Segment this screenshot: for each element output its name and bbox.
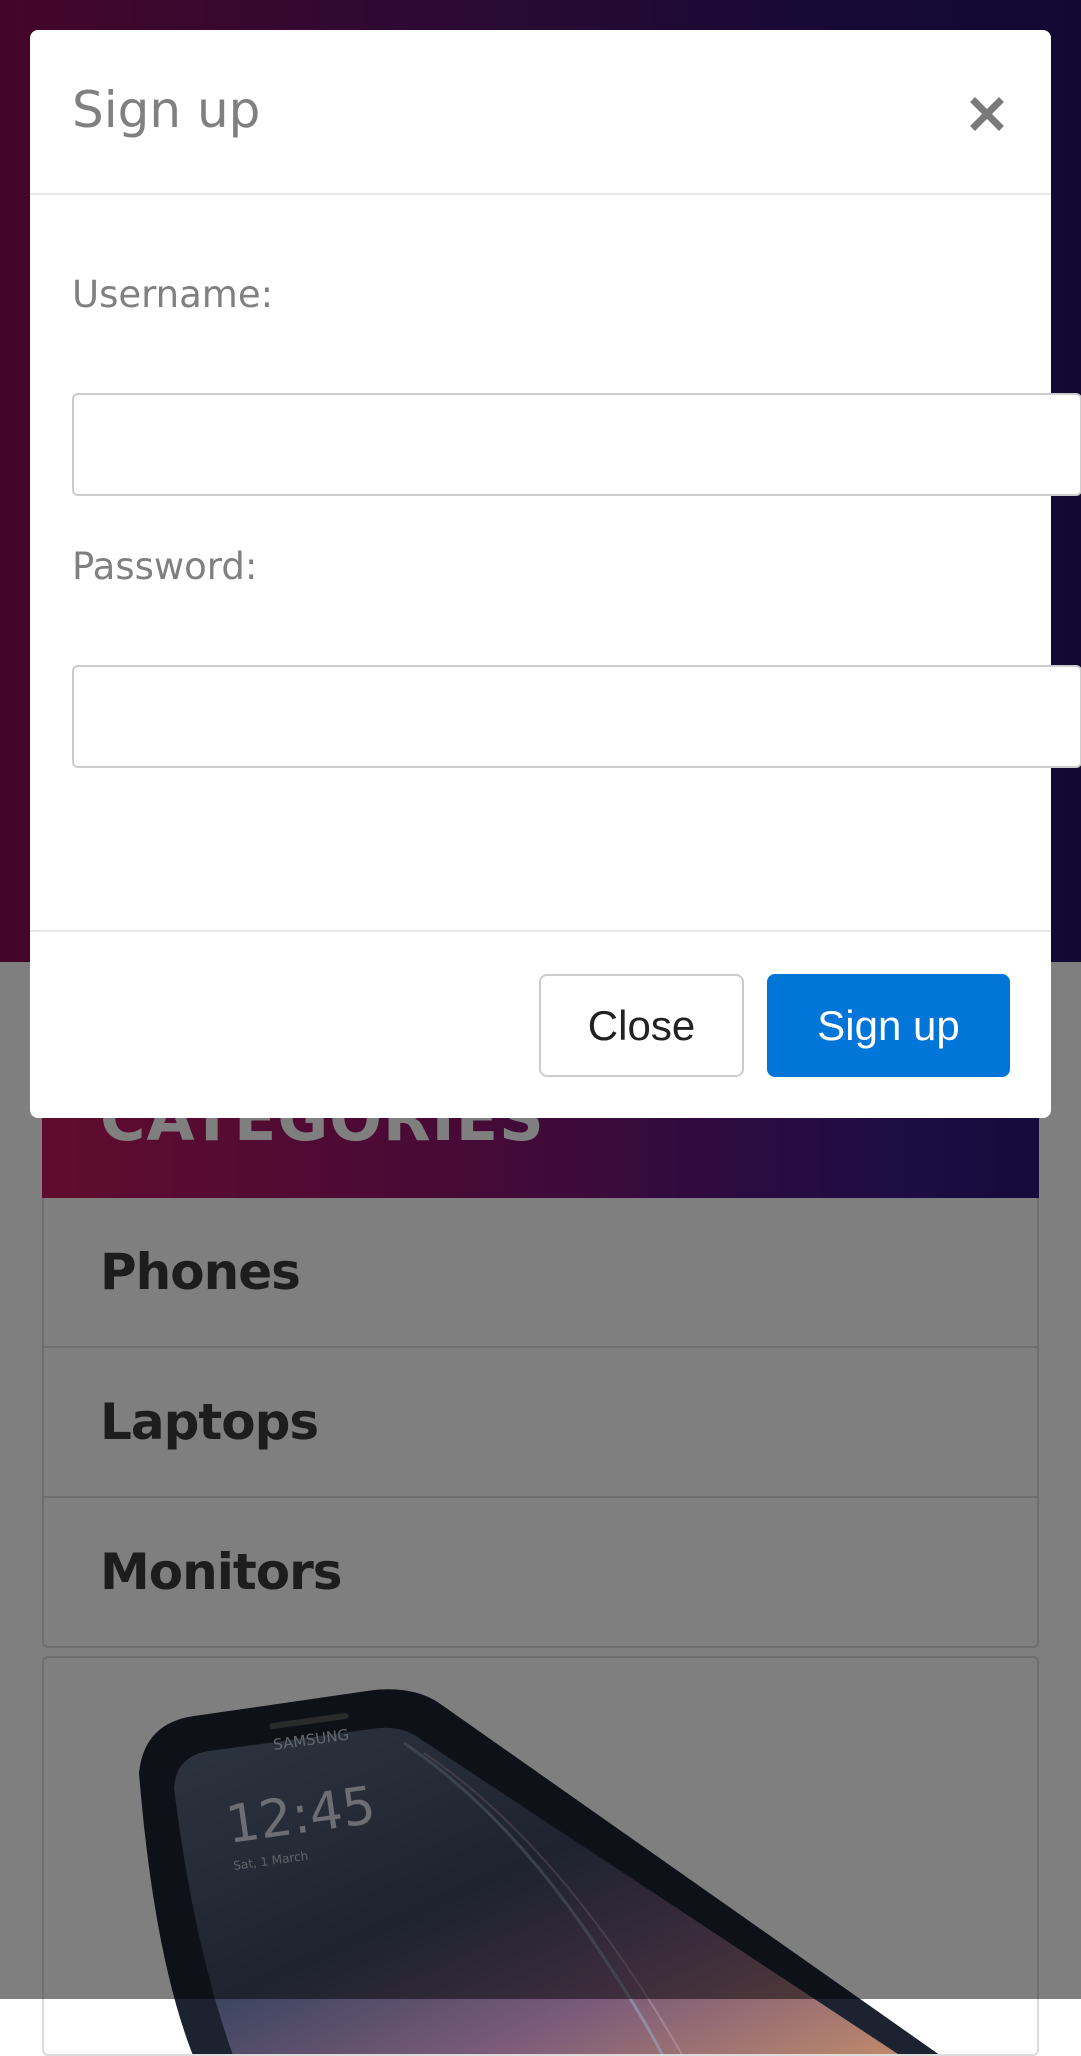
close-button[interactable]: Close bbox=[539, 974, 744, 1077]
modal-title: Sign up bbox=[72, 81, 261, 139]
close-icon[interactable] bbox=[961, 88, 1013, 140]
signup-modal: Sign up Username: Password: Close Sign u… bbox=[30, 30, 1081, 1118]
modal-body: Username: Password: bbox=[30, 195, 1081, 930]
modal-footer: Close Sign up bbox=[30, 930, 1051, 1118]
signup-button[interactable]: Sign up bbox=[767, 974, 1010, 1077]
password-input[interactable] bbox=[72, 665, 1081, 768]
username-label: Username: bbox=[72, 273, 274, 316]
username-input[interactable] bbox=[72, 393, 1081, 496]
modal-header: Sign up bbox=[30, 30, 1051, 195]
password-label: Password: bbox=[72, 545, 258, 588]
close-icon-glyph bbox=[970, 97, 1004, 131]
